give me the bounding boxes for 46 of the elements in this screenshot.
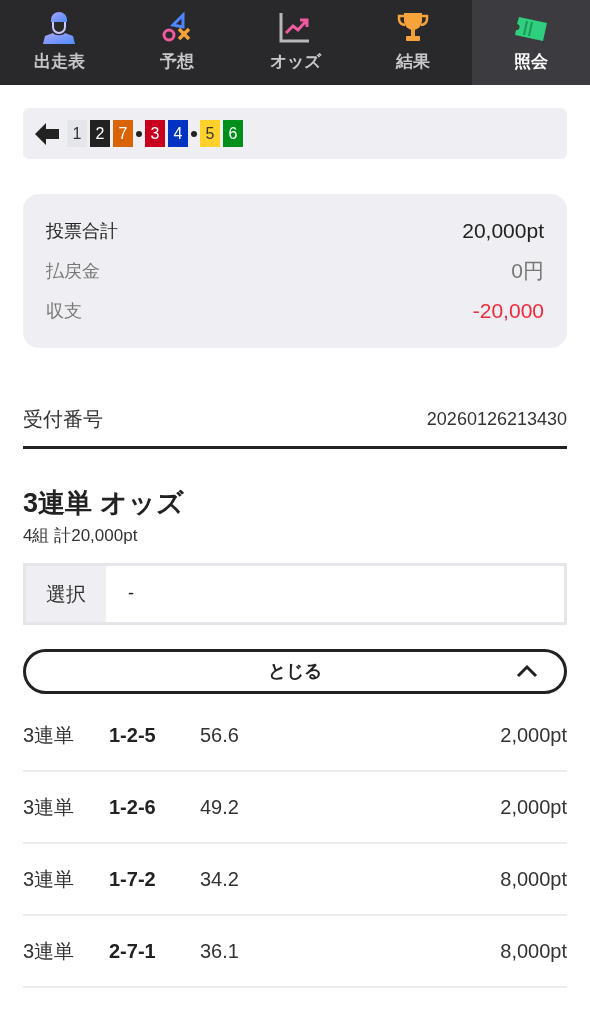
bet-combination: 1-2-5 bbox=[109, 722, 157, 748]
bet-odds: 56.6 bbox=[200, 722, 239, 748]
person-icon bbox=[41, 10, 77, 45]
nav-tab[interactable]: 照会 bbox=[472, 0, 590, 85]
bet-type: 3連単 bbox=[23, 938, 76, 964]
bet-combination: 1-7-2 bbox=[109, 866, 157, 892]
bet-odds: 34.2 bbox=[200, 866, 239, 892]
post-number: 6 bbox=[223, 120, 243, 147]
bet-combination: 1-2-6 bbox=[109, 794, 157, 820]
post-number: 5 bbox=[200, 120, 220, 147]
bet-type: 3連単 bbox=[23, 722, 76, 748]
nav-tab[interactable]: 結果 bbox=[354, 0, 472, 85]
separator-dot-icon bbox=[191, 130, 197, 137]
summary-label: 投票合計 bbox=[46, 219, 118, 243]
bet-title: 3連単 オッズ bbox=[23, 487, 185, 520]
post-number: 7 bbox=[113, 120, 133, 147]
receipt-label: 受付番号 bbox=[23, 407, 103, 432]
receipt-number: 20260126213430 bbox=[426, 407, 567, 431]
post-number: 3 bbox=[145, 120, 165, 147]
back-arrow-icon[interactable] bbox=[35, 122, 59, 145]
summary-value: -20,000 bbox=[472, 298, 544, 325]
summary-value: 0円 bbox=[511, 258, 544, 285]
close-toggle-button[interactable]: とじる bbox=[23, 648, 567, 694]
bet-amount: 2,000pt bbox=[500, 722, 567, 748]
summary-label: 払戻金 bbox=[46, 259, 100, 283]
nav-tab[interactable]: 予想 bbox=[118, 0, 236, 85]
selection-label: 選択 bbox=[26, 565, 106, 622]
selection-value: - bbox=[127, 582, 134, 605]
bet-type: 3連単 bbox=[23, 794, 76, 820]
post-number: 2 bbox=[90, 120, 110, 147]
post-number: 4 bbox=[168, 120, 188, 147]
bet-amount: 2,000pt bbox=[500, 794, 567, 820]
bet-combination: 2-7-1 bbox=[109, 938, 157, 964]
bet-type: 3連単 bbox=[23, 866, 76, 892]
post-number: 1 bbox=[67, 120, 87, 147]
nav-tab[interactable]: 出走表 bbox=[0, 0, 118, 85]
summary-value: 20,000pt bbox=[462, 218, 544, 245]
chevron-up-icon bbox=[516, 664, 538, 678]
bet-subtitle: 4組 計20,000pt bbox=[23, 525, 139, 547]
bet-odds: 36.1 bbox=[200, 938, 239, 964]
separator-dot-icon bbox=[136, 130, 142, 137]
summary-label: 収支 bbox=[46, 299, 82, 323]
bet-amount: 8,000pt bbox=[500, 938, 567, 964]
bet-amount: 8,000pt bbox=[500, 866, 567, 892]
nav-tab[interactable]: オッズ bbox=[236, 0, 354, 85]
bet-odds: 49.2 bbox=[200, 794, 239, 820]
